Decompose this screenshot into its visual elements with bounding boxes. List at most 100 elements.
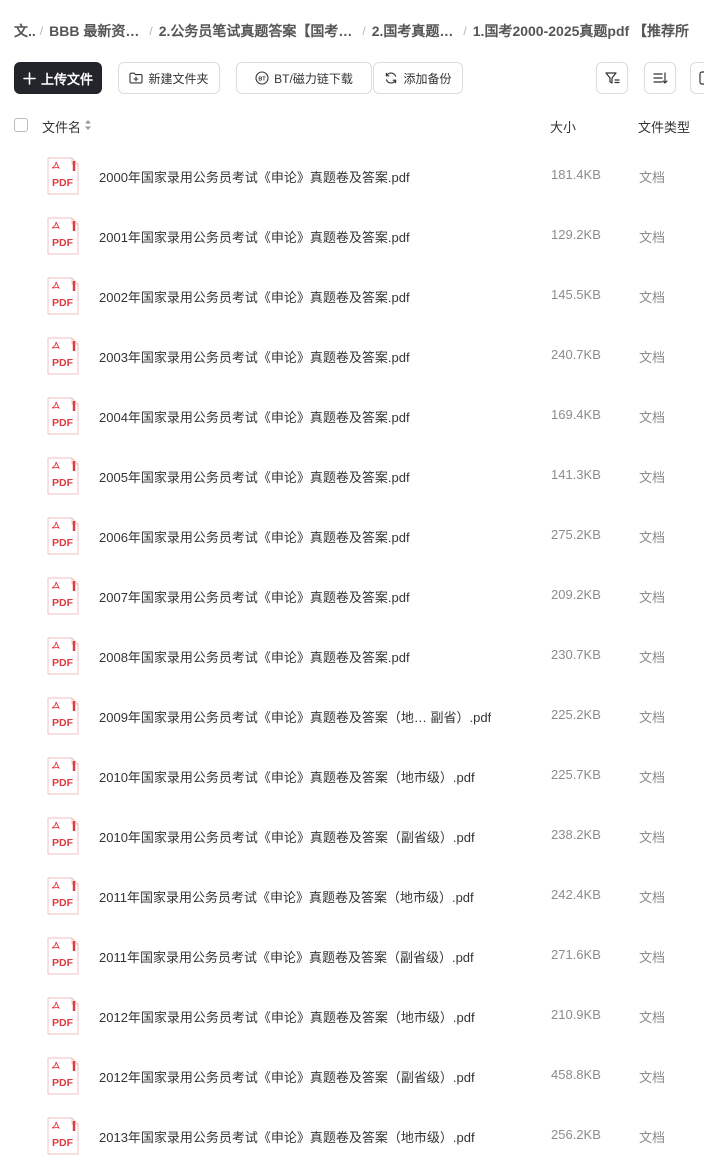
- file-row[interactable]: PDF 2008年国家录用公务员考试《申论》真题卷及答案.pdf 230.7KB…: [0, 626, 704, 686]
- breadcrumb-separator: /: [463, 24, 467, 38]
- file-type: 文档: [639, 770, 666, 785]
- file-row[interactable]: PDF 2006年国家录用公务员考试《申论》真题卷及答案.pdf 275.2KB…: [0, 506, 704, 566]
- file-name[interactable]: 2011年国家录用公务员考试《申论》真题卷及答案（地市级）.pdf: [99, 887, 474, 906]
- file-row[interactable]: PDF 2009年国家录用公务员考试《申论》真题卷及答案（地… 副省）.pdf …: [0, 686, 704, 746]
- file-type: 文档: [639, 290, 666, 305]
- bt-download-button-label: BT/磁力链下载: [274, 71, 353, 86]
- file-name[interactable]: 2011年国家录用公务员考试《申论》真题卷及答案（副省级）.pdf: [99, 947, 474, 966]
- select-all-checkbox[interactable]: [14, 118, 28, 132]
- file-size: 141.3KB: [551, 467, 601, 482]
- file-row[interactable]: PDF 2001年国家录用公务员考试《申论》真题卷及答案.pdf 129.2KB…: [0, 206, 704, 266]
- file-name[interactable]: 2006年国家录用公务员考试《申论》真题卷及答案.pdf: [99, 527, 410, 546]
- pdf-icon: PDF: [47, 697, 79, 735]
- bt-download-button[interactable]: BT BT/磁力链下载: [236, 62, 372, 94]
- svg-text:PDF: PDF: [52, 417, 74, 429]
- view-mode-button[interactable]: [690, 62, 704, 94]
- file-size: 238.2KB: [551, 827, 601, 842]
- file-size: 210.9KB: [551, 1007, 601, 1022]
- sort-button[interactable]: [644, 62, 676, 94]
- file-name[interactable]: 2003年国家录用公务员考试《申论》真题卷及答案.pdf: [99, 347, 410, 366]
- file-name[interactable]: 2007年国家录用公务员考试《申论》真题卷及答案.pdf: [99, 587, 410, 606]
- file-name[interactable]: 2010年国家录用公务员考试《申论》真题卷及答案（副省级）.pdf: [99, 827, 475, 846]
- pdf-icon: PDF: [47, 577, 79, 615]
- breadcrumb: 文.. / BBB 最新资… / 2.公务员笔试真题答案【国考… / 2.国考真…: [14, 20, 704, 42]
- filter-icon: [604, 70, 620, 86]
- sort-toggle-icon[interactable]: [84, 119, 92, 134]
- add-backup-button[interactable]: 添加备份: [373, 62, 463, 94]
- pdf-icon: PDF: [47, 1117, 79, 1155]
- file-size: 242.4KB: [551, 887, 601, 902]
- column-header-size[interactable]: 大小: [550, 117, 576, 136]
- file-row[interactable]: PDF 2010年国家录用公务员考试《申论》真题卷及答案（地市级）.pdf 22…: [0, 746, 704, 806]
- file-row[interactable]: PDF 2012年国家录用公务员考试《申论》真题卷及答案（地市级）.pdf 21…: [0, 986, 704, 1046]
- file-name[interactable]: 2005年国家录用公务员考试《申论》真题卷及答案.pdf: [99, 467, 410, 486]
- file-type: 文档: [639, 350, 666, 365]
- plus-icon: [23, 71, 36, 85]
- file-name[interactable]: 2012年国家录用公务员考试《申论》真题卷及答案（地市级）.pdf: [99, 1007, 475, 1026]
- file-name[interactable]: 2009年国家录用公务员考试《申论》真题卷及答案（地… 副省）.pdf: [99, 707, 491, 726]
- upload-button-label: 上传文件: [40, 71, 93, 87]
- file-row[interactable]: PDF 2004年国家录用公务员考试《申论》真题卷及答案.pdf 169.4KB…: [0, 386, 704, 446]
- view-mode-icon: [698, 70, 704, 86]
- file-row[interactable]: PDF 2011年国家录用公务员考试《申论》真题卷及答案（副省级）.pdf 27…: [0, 926, 704, 986]
- file-name[interactable]: 2002年国家录用公务员考试《申论》真题卷及答案.pdf: [99, 287, 410, 306]
- svg-text:PDF: PDF: [52, 237, 74, 249]
- pdf-icon: PDF: [47, 757, 79, 795]
- file-row[interactable]: PDF 2000年国家录用公务员考试《申论》真题卷及答案.pdf 181.4KB…: [0, 146, 704, 206]
- upload-button[interactable]: 上传文件: [14, 62, 102, 94]
- file-row[interactable]: PDF 2010年国家录用公务员考试《申论》真题卷及答案（副省级）.pdf 23…: [0, 806, 704, 866]
- file-type: 文档: [639, 950, 666, 965]
- file-row[interactable]: PDF 2011年国家录用公务员考试《申论》真题卷及答案（地市级）.pdf 24…: [0, 866, 704, 926]
- breadcrumb-item[interactable]: 2.公务员笔试真题答案【国考…: [159, 21, 353, 41]
- file-name[interactable]: 2000年国家录用公务员考试《申论》真题卷及答案.pdf: [99, 167, 410, 186]
- file-name[interactable]: 2013年国家录用公务员考试《申论》真题卷及答案（地市级）.pdf: [99, 1127, 475, 1146]
- pdf-icon: PDF: [47, 1057, 79, 1095]
- file-type: 文档: [639, 1010, 666, 1025]
- breadcrumb-separator: /: [149, 24, 153, 38]
- file-type: 文档: [639, 230, 666, 245]
- svg-text:PDF: PDF: [52, 177, 74, 189]
- pdf-icon: PDF: [47, 397, 79, 435]
- file-name[interactable]: 2001年国家录用公务员考试《申论》真题卷及答案.pdf: [99, 227, 410, 246]
- pdf-icon: PDF: [47, 217, 79, 255]
- breadcrumb-item[interactable]: BBB 最新资…: [49, 21, 139, 41]
- file-row[interactable]: PDF 2003年国家录用公务员考试《申论》真题卷及答案.pdf 240.7KB…: [0, 326, 704, 386]
- file-row[interactable]: PDF 2005年国家录用公务员考试《申论》真题卷及答案.pdf 141.3KB…: [0, 446, 704, 506]
- column-header-type[interactable]: 文件类型: [638, 117, 690, 136]
- file-list: PDF 2000年国家录用公务员考试《申论》真题卷及答案.pdf 181.4KB…: [0, 146, 704, 1166]
- pdf-icon: PDF: [47, 817, 79, 855]
- svg-text:PDF: PDF: [52, 1017, 74, 1029]
- svg-text:PDF: PDF: [52, 657, 74, 669]
- file-row[interactable]: PDF 2012年国家录用公务员考试《申论》真题卷及答案（副省级）.pdf 45…: [0, 1046, 704, 1106]
- new-folder-button[interactable]: 新建文件夹: [118, 62, 220, 94]
- file-size: 129.2KB: [551, 227, 601, 242]
- file-name[interactable]: 2012年国家录用公务员考试《申论》真题卷及答案（副省级）.pdf: [99, 1067, 475, 1086]
- new-folder-button-label: 新建文件夹: [148, 71, 209, 86]
- breadcrumb-item[interactable]: 2.国考真题…: [372, 21, 454, 41]
- file-type: 文档: [639, 590, 666, 605]
- file-name[interactable]: 2004年国家录用公务员考试《申论》真题卷及答案.pdf: [99, 407, 410, 426]
- file-type: 文档: [639, 710, 666, 725]
- file-row[interactable]: PDF 2007年国家录用公务员考试《申论》真题卷及答案.pdf 209.2KB…: [0, 566, 704, 626]
- pdf-icon: PDF: [47, 517, 79, 555]
- svg-text:PDF: PDF: [52, 297, 74, 309]
- svg-text:PDF: PDF: [52, 537, 74, 549]
- file-size: 240.7KB: [551, 347, 601, 362]
- breadcrumb-item[interactable]: 文..: [14, 21, 36, 41]
- file-name[interactable]: 2008年国家录用公务员考试《申论》真题卷及答案.pdf: [99, 647, 410, 666]
- svg-text:PDF: PDF: [52, 777, 74, 789]
- pdf-icon: PDF: [47, 937, 79, 975]
- file-name[interactable]: 2010年国家录用公务员考试《申论》真题卷及答案（地市级）.pdf: [99, 767, 475, 786]
- pdf-icon: PDF: [47, 637, 79, 675]
- column-header-name[interactable]: 文件名: [42, 117, 81, 136]
- svg-text:PDF: PDF: [52, 357, 74, 369]
- file-row[interactable]: PDF 2013年国家录用公务员考试《申论》真题卷及答案（地市级）.pdf 25…: [0, 1106, 704, 1166]
- pdf-icon: PDF: [47, 877, 79, 915]
- file-row[interactable]: PDF 2002年国家录用公务员考试《申论》真题卷及答案.pdf 145.5KB…: [0, 266, 704, 326]
- file-size: 230.7KB: [551, 647, 601, 662]
- sort-list-icon: [652, 70, 668, 86]
- breadcrumb-separator: /: [362, 24, 366, 38]
- filter-button[interactable]: [596, 62, 628, 94]
- breadcrumb-current[interactable]: 1.国考2000-2025真题pdf 【推荐所: [473, 21, 689, 41]
- svg-text:PDF: PDF: [52, 597, 74, 609]
